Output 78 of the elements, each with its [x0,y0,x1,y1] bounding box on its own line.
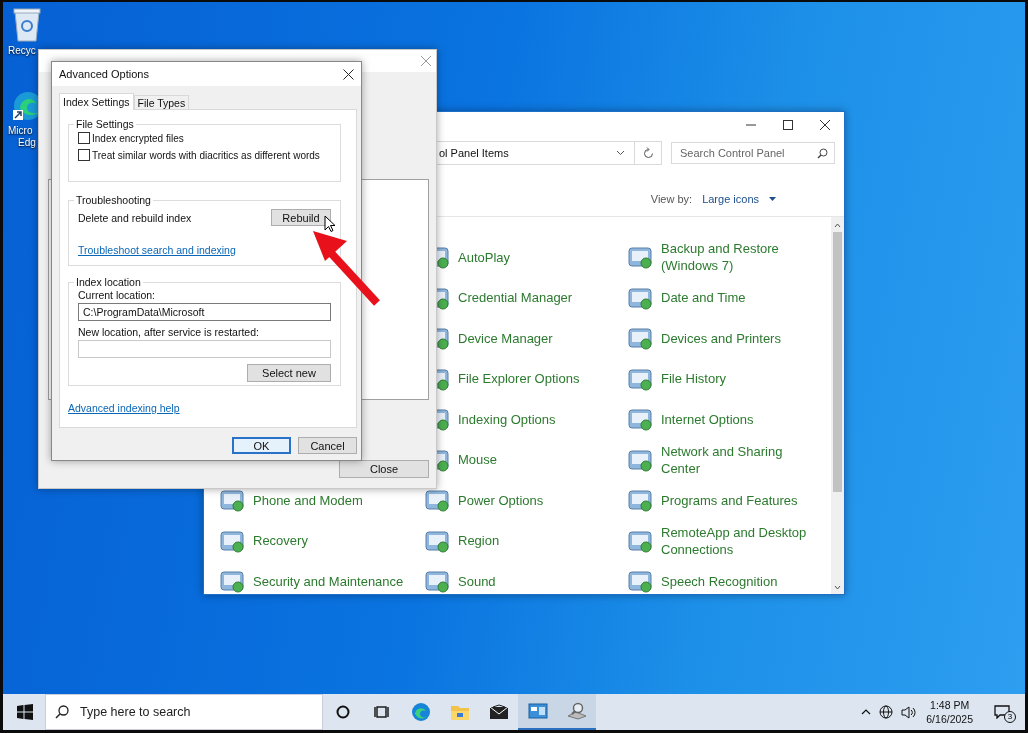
new-location-field[interactable] [78,340,331,358]
dialog-button[interactable]: Cancel [298,437,357,454]
rebuild-label: Delete and rebuild index [78,211,192,224]
taskbar-search-field[interactable]: Type here to search [78,704,322,720]
message-icon [994,705,1010,719]
current-location-field[interactable]: C:\ProgramData\Microsoft [78,303,331,321]
globe-icon[interactable] [879,705,894,719]
search-box[interactable]: Search Control Panel [671,142,835,164]
control-panel-item[interactable]: Phone and Modem [253,491,363,509]
notification-button[interactable]: 3 [991,701,1013,723]
mouse-cursor [324,215,336,233]
control-panel-item[interactable]: Programs and Features [661,491,798,509]
select-new-button[interactable]: Select new [247,364,331,382]
speaker-icon[interactable] [901,705,917,719]
help-link[interactable]: Advanced indexing help [68,402,341,414]
refresh-icon [642,147,654,159]
control-panel-item[interactable]: Speech Recognition [661,572,778,590]
dialog-button[interactable]: OK [232,437,291,454]
field-label: Current location: [78,289,157,301]
rebuild-button[interactable]: Rebuild [271,209,331,226]
view-by-dropdown[interactable]: Large icons [702,193,759,205]
control-panel-item[interactable]: Network and Sharing Center [661,442,811,477]
view-by-label: View by: [650,193,693,205]
control-panel-item[interactable]: Devices and Printers [661,329,781,347]
group-title: Troubleshooting [75,194,152,206]
refresh-button[interactable] [634,141,662,165]
taskbar-search-box[interactable]: Type here to search [45,694,323,730]
control-panel-item[interactable]: Region [458,532,500,550]
control-panel-item[interactable]: Recovery [253,532,308,550]
checkbox-label: Treat similar words with diacritics as different words [92,149,320,161]
task-view-icon [373,705,390,719]
circle-icon [335,705,350,719]
notification-count: 3 [1004,711,1016,723]
windows-logo-icon[interactable] [17,704,33,720]
chevron-down-icon[interactable] [616,150,625,156]
browser-icon [410,702,431,722]
chevron-up-icon[interactable] [861,709,872,715]
checkbox[interactable] [78,149,90,161]
recycle-bin-icon[interactable] [12,6,42,42]
control-panel-item[interactable]: Device Manager [458,329,553,347]
search-icon [55,705,69,719]
close-icon[interactable] [820,120,830,130]
control-panel-item[interactable]: Security and Maintenance [253,572,404,590]
scroll-up-icon[interactable] [834,223,841,228]
tab[interactable]: Index Settings [59,93,134,110]
group-title: File Settings [75,118,135,130]
checkbox[interactable] [78,132,90,144]
control-panel-item[interactable]: Indexing Options [458,410,556,428]
scrollbar[interactable] [831,217,844,594]
control-panel-item[interactable]: File History [661,370,726,388]
desktop-icon-label: Recyc [8,45,36,57]
group-title: Index location [75,276,142,288]
control-panel-item[interactable]: Backup and Restore (Windows 7) [661,240,811,275]
control-panel-item[interactable]: Date and Time [661,289,746,307]
folder-icon [449,703,470,721]
control-panel-item[interactable]: File Explorer Options [458,370,580,388]
dropdown-triangle-icon[interactable] [769,197,776,201]
clock[interactable]: 1:48 PM 6/16/2025 [926,698,973,726]
maximize-icon[interactable] [783,120,793,130]
checkbox-label: Index encrypted files [92,132,184,144]
control-panel-item[interactable]: Mouse [458,451,498,469]
close-button[interactable]: Close [339,460,429,478]
tab[interactable]: File Types [133,95,190,109]
window-title: Advanced Options [59,68,149,80]
control-panel-item[interactable]: Power Options [458,491,544,509]
control-panel-item[interactable]: Internet Options [661,410,754,428]
field-label: New location, after service is restarted: [78,326,260,338]
scroll-down-icon[interactable] [834,585,841,590]
close-icon[interactable] [343,68,354,80]
control-panel-item[interactable]: Credential Manager [458,289,573,307]
envelope-icon [488,704,509,720]
search-icon [817,147,828,159]
control-panel-item[interactable]: AutoPlay [458,248,511,266]
desktop-icon-label: Edg [18,137,36,149]
desktop-icon-label: Micro [8,125,33,137]
control-panel-item[interactable]: RemoteApp and Desktop Connections [661,523,811,558]
control-panel-icon [527,702,548,720]
control-panel-item[interactable]: Sound [458,572,496,590]
